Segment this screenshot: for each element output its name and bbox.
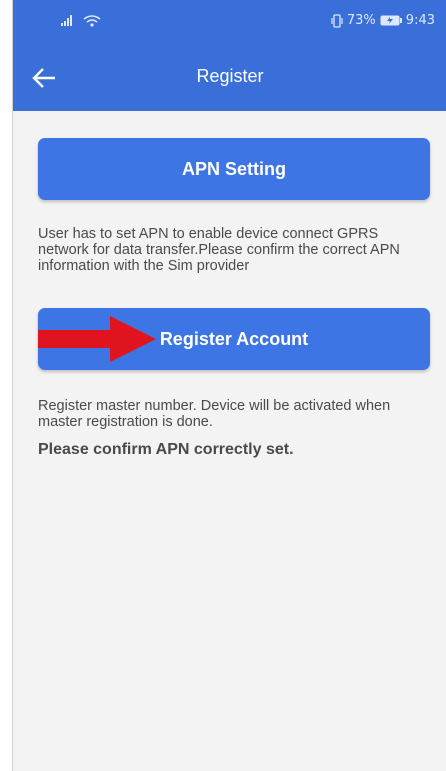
app-bar: Register (13, 44, 446, 111)
status-time: 9:43 (405, 13, 435, 28)
wifi-icon (83, 14, 101, 28)
status-right: 73% 9:43 (331, 13, 435, 28)
apn-setting-button[interactable]: APN Setting (38, 138, 430, 200)
phone-screen: 73% 9:43 Register APN Setting User has t… (12, 0, 446, 771)
apn-description: User has to set APN to enable device con… (38, 226, 400, 274)
register-description: Register master number. Device will be a… (38, 398, 391, 430)
page-title: Register (196, 66, 264, 86)
signal-icon (59, 14, 75, 28)
register-account-button[interactable]: Register Account (38, 308, 430, 370)
register-account-label: Register Account (159, 328, 309, 349)
apn-confirm-note: Please confirm APN correctly set. (38, 441, 294, 458)
battery-icon (380, 15, 402, 26)
status-left (59, 14, 101, 32)
status-bar: 73% 9:43 (13, 0, 446, 44)
apn-setting-label: APN Setting (181, 158, 286, 179)
battery-percent: 73% (346, 13, 376, 28)
vibrate-icon (331, 13, 343, 28)
